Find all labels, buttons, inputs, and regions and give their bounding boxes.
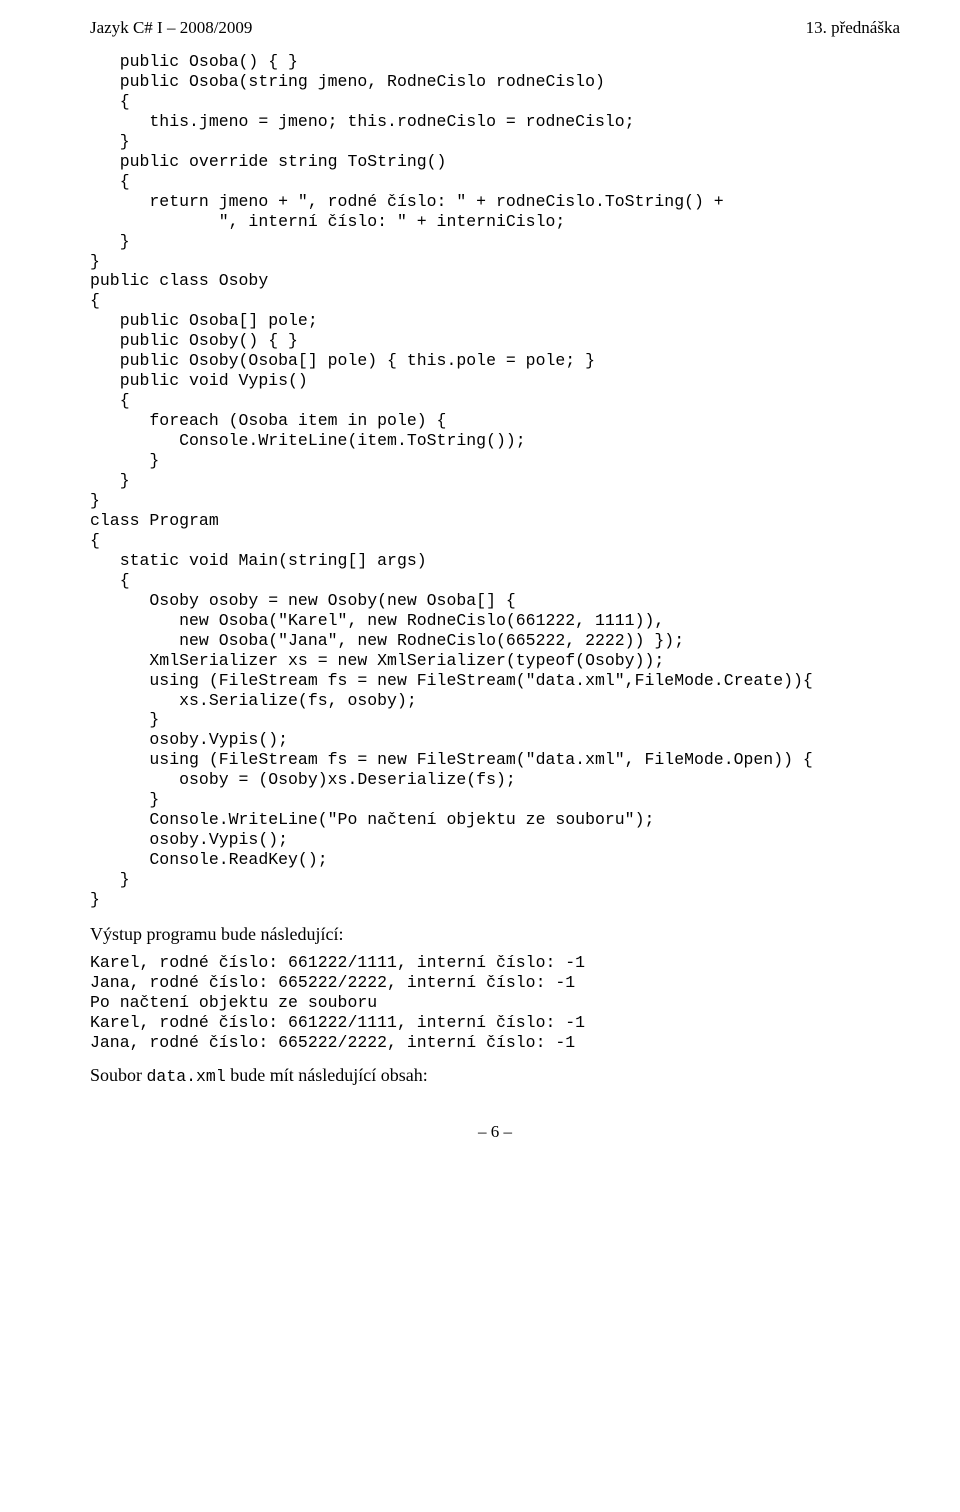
filename-text: data.xml <box>147 1067 226 1086</box>
document-page: Jazyk C# I – 2008/2009 13. přednáška pub… <box>0 0 960 1172</box>
header-right: 13. přednáška <box>806 18 900 38</box>
output-intro-paragraph: Výstup programu bude následující: <box>90 924 900 945</box>
para2-prefix: Soubor <box>90 1065 147 1085</box>
para2-suffix: bude mít následující obsah: <box>226 1065 428 1085</box>
page-header: Jazyk C# I – 2008/2009 13. přednáška <box>90 18 900 38</box>
program-output: Karel, rodné číslo: 661222/1111, interní… <box>90 953 900 1053</box>
header-left: Jazyk C# I – 2008/2009 <box>90 18 252 38</box>
code-block: public Osoba() { } public Osoba(string j… <box>90 52 900 910</box>
file-content-paragraph: Soubor data.xml bude mít následující obs… <box>90 1065 900 1086</box>
page-number: – 6 – <box>90 1122 900 1142</box>
